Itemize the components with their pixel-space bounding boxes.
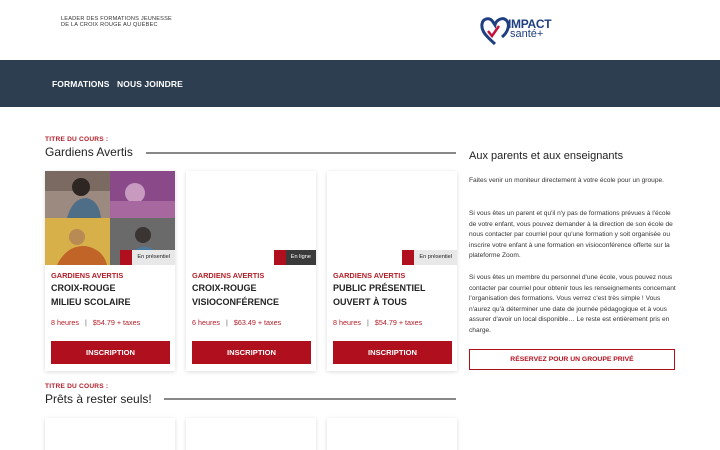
course-card: En ligne GARDIENS AVERTIS CROIX-ROUGE VI… (186, 171, 316, 371)
card-title-line-1: CROIX-ROUGE (192, 283, 257, 293)
top-header: LEADER DES FORMATIONS JEUNESSE DE LA CRO… (0, 0, 720, 60)
card-price: $54.79 + taxes (92, 318, 141, 327)
sidebar-paragraph: Faites venir un moniteur directement à v… (469, 177, 664, 184)
course-card (186, 418, 316, 450)
card-hours: 8 heures (51, 318, 79, 327)
sidebar-paragraph: Si vous êtes un parent et qu'il n'y pas … (469, 210, 673, 260)
badge-label: En ligne (285, 250, 316, 265)
card-meta: 8 heures | $54.79 + taxes (51, 318, 140, 327)
inscription-button[interactable]: INSCRIPTION (333, 341, 452, 364)
heart-logo-icon (480, 17, 510, 46)
site-tagline: LEADER DES FORMATIONS JEUNESSE DE LA CRO… (61, 16, 172, 29)
nav-item-formations[interactable]: FORMATIONS (52, 79, 110, 89)
section-title: Gardiens Avertis (45, 145, 133, 159)
card-title: CROIX-ROUGE MILIEU SCOLAIRE (51, 282, 171, 309)
format-badge: En présentiel (120, 250, 175, 265)
course-card (45, 418, 175, 450)
course-card: En présentiel GARDIENS AVERTIS CROIX-ROU… (45, 171, 175, 371)
card-title-line-1: CROIX-ROUGE (51, 283, 116, 293)
badge-accent (273, 250, 286, 265)
card-title-line-1: PUBLIC PRÉSENTIEL (333, 283, 426, 293)
card-kicker: GARDIENS AVERTIS (192, 271, 265, 280)
course-card-image: En ligne (186, 171, 316, 265)
card-kicker: GARDIENS AVERTIS (333, 271, 406, 280)
badge-accent (402, 250, 415, 265)
badge-accent (120, 250, 133, 265)
section-divider (146, 152, 456, 154)
card-meta: 6 heures | $63.49 + taxes (192, 318, 281, 327)
card-hours: 8 heures (333, 318, 361, 327)
course-card (327, 418, 457, 450)
meta-separator: | (366, 318, 369, 327)
inscription-button[interactable]: INSCRIPTION (192, 341, 311, 364)
section-divider (164, 398, 456, 400)
section-title: Prêts à rester seuls! (45, 392, 152, 406)
section-kicker: TITRE DU COURS : (45, 136, 109, 143)
format-badge: En ligne (273, 250, 316, 265)
meta-separator: | (225, 318, 228, 327)
card-title-line-2: MILIEU SCOLAIRE (51, 296, 131, 307)
course-card-image: En présentiel (327, 171, 457, 265)
inscription-button[interactable]: INSCRIPTION (51, 341, 170, 364)
course-card-image: En présentiel (45, 171, 175, 265)
sidebar-title: Aux parents et aux enseignants (469, 150, 624, 162)
format-badge: En présentiel (402, 250, 457, 265)
nav-item-nous-joindre[interactable]: NOUS JOINDRE (117, 79, 183, 89)
tagline-line-2: DE LA CROIX ROUGE AU QUÉBEC (61, 22, 158, 29)
reserve-private-group-button[interactable]: RÉSERVEZ POUR UN GROUPE PRIVÉ (469, 349, 675, 370)
badge-label: En présentiel (414, 250, 457, 265)
card-price: $63.49 + taxes (233, 318, 282, 327)
card-title: PUBLIC PRÉSENTIEL OUVERT À TOUS (333, 282, 453, 309)
sidebar-paragraph: Si vous êtes un membre du personnel d'un… (469, 274, 676, 334)
card-hours: 6 heures (192, 318, 220, 327)
card-price: $54.79 + taxes (374, 318, 423, 327)
card-meta: 8 heures | $54.79 + taxes (333, 318, 422, 327)
meta-separator: | (84, 318, 87, 327)
card-title-line-2: OUVERT À TOUS (333, 296, 407, 307)
impact-sante-logo[interactable]: IMPACT santé+ (480, 14, 566, 48)
card-kicker: GARDIENS AVERTIS (51, 271, 124, 280)
course-card: En présentiel GARDIENS AVERTIS PUBLIC PR… (327, 171, 457, 371)
card-title-line-2: VISIOCONFÉRENCE (192, 296, 280, 307)
card-title: CROIX-ROUGE VISIOCONFÉRENCE (192, 282, 312, 309)
main-navigation: FORMATIONS NOUS JOINDRE (0, 60, 720, 107)
badge-label: En présentiel (132, 250, 175, 265)
logo-text-sante: santé+ (510, 28, 544, 40)
section-kicker: TITRE DU COURS : (45, 383, 109, 390)
